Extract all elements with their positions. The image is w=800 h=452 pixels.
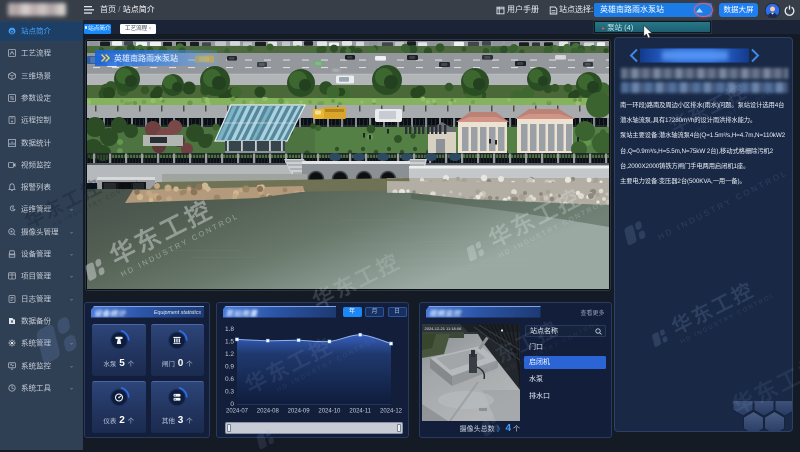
svg-text:0.6: 0.6 — [224, 376, 233, 383]
svg-text:2024-10: 2024-10 — [318, 409, 341, 415]
svg-text:2024-12-21 11:18:06: 2024-12-21 11:18:06 — [424, 326, 462, 331]
svg-text:2024-07: 2024-07 — [225, 409, 248, 415]
svg-text:1.8: 1.8 — [224, 326, 233, 333]
svg-text:2024-12: 2024-12 — [379, 409, 402, 415]
svg-text:0: 0 — [230, 401, 234, 408]
svg-text:2024-08: 2024-08 — [256, 409, 279, 415]
svg-text:1.2: 1.2 — [224, 351, 233, 358]
svg-text:英雄南路雨水泵站: 英雄南路雨水泵站 — [114, 53, 178, 63]
svg-text:1.5: 1.5 — [224, 339, 233, 346]
svg-text:2024-11: 2024-11 — [349, 409, 371, 415]
svg-text:2024-09: 2024-09 — [287, 409, 310, 415]
svg-text:0.9: 0.9 — [224, 364, 233, 371]
svg-text:0.3: 0.3 — [224, 389, 233, 396]
